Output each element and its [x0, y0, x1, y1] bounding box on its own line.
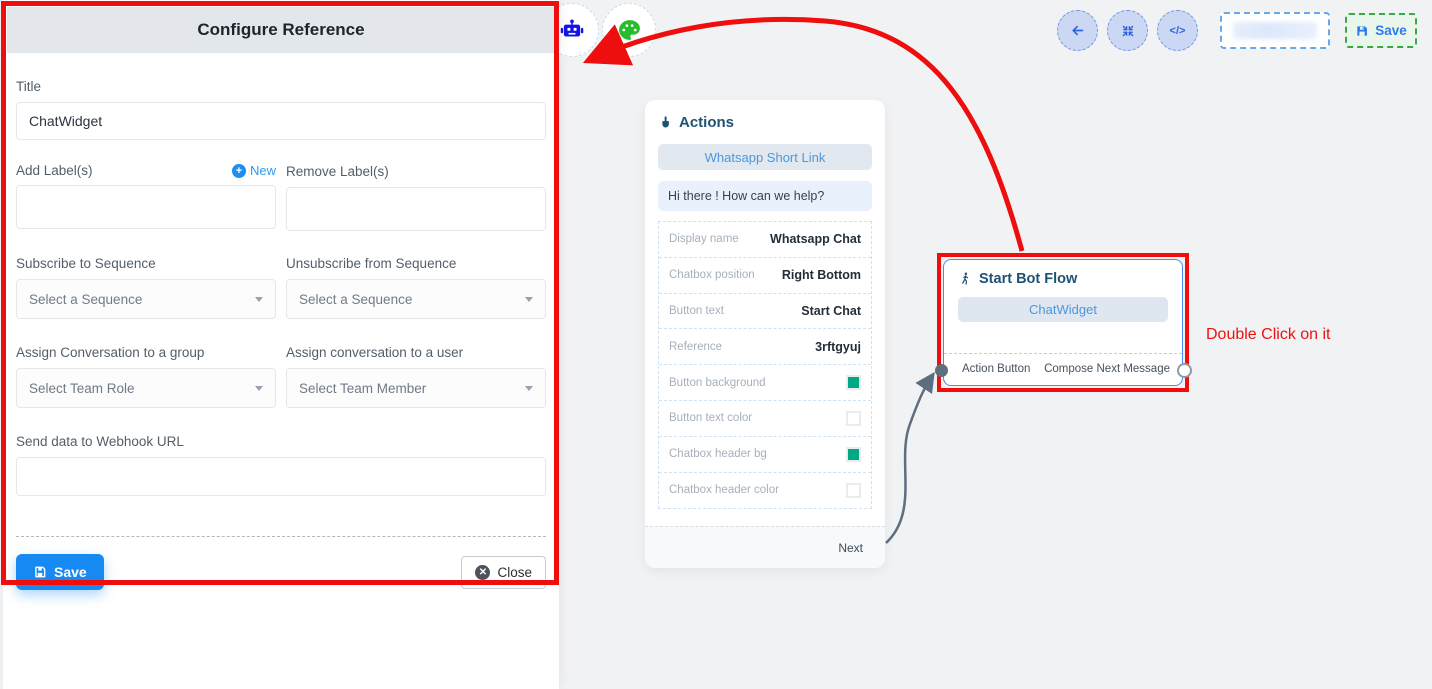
- chevron-down-icon: [255, 297, 263, 302]
- property-row: Button background: [659, 365, 871, 401]
- code-icon: </>: [1170, 25, 1186, 37]
- property-value: Right Bottom: [782, 268, 861, 282]
- property-row: Chatbox header bg: [659, 437, 871, 473]
- color-swatch: [846, 375, 861, 390]
- save-button[interactable]: Save: [16, 554, 104, 590]
- remove-labels-label: Remove Label(s): [286, 164, 389, 179]
- subscribe-sequence-label: Subscribe to Sequence: [16, 256, 276, 271]
- property-value: Whatsapp Chat: [770, 232, 861, 246]
- next-label: Next: [838, 541, 863, 555]
- color-swatch: [846, 447, 861, 462]
- property-label: Chatbox position: [669, 269, 755, 281]
- close-icon: ✕: [475, 565, 490, 580]
- unsubscribe-sequence-label: Unsubscribe from Sequence: [286, 256, 546, 271]
- property-row: Chatbox position Right Bottom: [659, 258, 871, 294]
- property-label: Button text color: [669, 412, 752, 424]
- flow-connector-line: [886, 376, 932, 543]
- actions-title: Actions: [679, 114, 734, 131]
- back-button[interactable]: [1057, 10, 1098, 51]
- assign-user-select[interactable]: Select Team Member: [286, 368, 546, 408]
- property-label: Chatbox header bg: [669, 448, 767, 460]
- new-label-link[interactable]: + New: [232, 163, 276, 178]
- title-input[interactable]: [16, 102, 546, 140]
- color-swatch: [846, 483, 861, 498]
- tap-hand-icon: [658, 115, 673, 130]
- unsubscribe-sequence-select[interactable]: Select a Sequence: [286, 279, 546, 319]
- webhook-url-label: Send data to Webhook URL: [16, 434, 546, 449]
- property-row: Display name Whatsapp Chat: [659, 222, 871, 258]
- add-labels-label: Add Label(s): [16, 163, 93, 178]
- palette-icon: [617, 18, 642, 43]
- flow-name-input[interactable]: [1220, 12, 1330, 49]
- chevron-down-icon: [525, 386, 533, 391]
- property-label: Reference: [669, 341, 722, 353]
- blurred-text: [1233, 22, 1317, 39]
- save-icon: [1355, 24, 1369, 38]
- arrow-left-icon: [1069, 22, 1086, 39]
- assign-group-label: Assign Conversation to a group: [16, 345, 276, 360]
- property-label: Button background: [669, 377, 766, 389]
- theme-button[interactable]: [602, 3, 656, 57]
- compress-icon: [1120, 23, 1136, 39]
- whatsapp-short-link-button[interactable]: Whatsapp Short Link: [658, 144, 872, 170]
- subscribe-sequence-select[interactable]: Select a Sequence: [16, 279, 276, 319]
- actions-properties: Display name Whatsapp Chat Chatbox positio…: [658, 221, 872, 509]
- greeting-message: Hi there ! How can we help?: [658, 181, 872, 211]
- node-title: Start Bot Flow: [979, 271, 1077, 287]
- panel-title: Configure Reference: [7, 7, 555, 53]
- assign-user-label: Assign conversation to a user: [286, 345, 546, 360]
- color-swatch: [846, 411, 861, 426]
- embed-code-button[interactable]: </>: [1157, 10, 1198, 51]
- chevron-down-icon: [525, 297, 533, 302]
- property-row: Button text color: [659, 401, 871, 437]
- walking-person-icon: [958, 271, 973, 287]
- action-button-port-label: Action Button: [956, 363, 1030, 375]
- action-button-input-port[interactable]: [935, 364, 948, 377]
- start-bot-flow-node-wrap: Start Bot Flow ChatWidget Action Button …: [937, 253, 1189, 392]
- robot-icon: [559, 17, 585, 43]
- property-row: Chatbox header color: [659, 473, 871, 509]
- configure-reference-panel: Configure Reference Title Add Label(s) +…: [3, 0, 559, 689]
- property-row: Button text Start Chat: [659, 294, 871, 330]
- start-bot-flow-node[interactable]: Start Bot Flow ChatWidget Action Button …: [943, 259, 1183, 386]
- property-label: Chatbox header color: [669, 484, 779, 496]
- title-label: Title: [16, 79, 546, 94]
- compose-next-message-port-label: Compose Next Message: [1044, 363, 1170, 375]
- property-label: Button text: [669, 305, 724, 317]
- chevron-down-icon: [255, 386, 263, 391]
- actions-card: Actions Whatsapp Short Link Hi there ! H…: [645, 100, 885, 568]
- chatwidget-button[interactable]: ChatWidget: [958, 297, 1168, 322]
- property-label: Display name: [669, 233, 739, 245]
- webhook-url-input[interactable]: [16, 457, 546, 496]
- footer-separator: [16, 536, 546, 537]
- plus-icon: +: [232, 164, 246, 178]
- remove-labels-input[interactable]: [286, 187, 546, 231]
- double-click-annotation: Double Click on it: [1206, 326, 1331, 344]
- compose-next-message-output-port[interactable]: [1177, 363, 1192, 378]
- property-row: Reference 3rftgyuj: [659, 329, 871, 365]
- close-button[interactable]: ✕ Close: [461, 556, 546, 589]
- add-labels-input[interactable]: [16, 185, 276, 229]
- property-value: 3rftgyuj: [815, 340, 861, 354]
- property-value: Start Chat: [801, 304, 861, 318]
- save-icon: [33, 565, 47, 579]
- fit-view-button[interactable]: [1107, 10, 1148, 51]
- assign-group-select[interactable]: Select Team Role: [16, 368, 276, 408]
- toolbar-save-button[interactable]: Save: [1345, 13, 1417, 48]
